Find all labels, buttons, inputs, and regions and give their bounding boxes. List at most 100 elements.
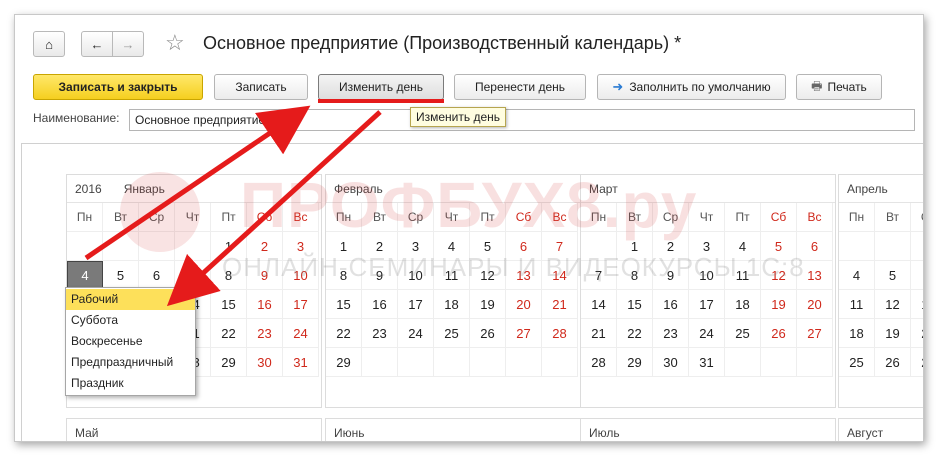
- day-cell[interactable]: 24: [398, 319, 434, 348]
- day-cell[interactable]: 25: [725, 319, 761, 348]
- day-cell[interactable]: 2: [247, 232, 283, 261]
- day-cell[interactable]: 8: [617, 261, 653, 290]
- day-cell[interactable]: 13: [911, 290, 923, 319]
- day-cell[interactable]: 12: [875, 290, 911, 319]
- day-cell[interactable]: 14: [542, 261, 578, 290]
- day-cell[interactable]: 6: [506, 232, 542, 261]
- day-cell[interactable]: 30: [653, 348, 689, 377]
- name-input[interactable]: Основное предприятие: [129, 109, 915, 131]
- day-cell[interactable]: 11: [434, 261, 470, 290]
- save-and-close-button[interactable]: Записать и закрыть: [33, 74, 203, 100]
- day-cell[interactable]: 23: [362, 319, 398, 348]
- day-cell[interactable]: 13: [797, 261, 833, 290]
- day-cell[interactable]: 6: [139, 261, 175, 290]
- day-cell[interactable]: 27: [797, 319, 833, 348]
- day-cell[interactable]: 26: [761, 319, 797, 348]
- day-cell[interactable]: 8: [211, 261, 247, 290]
- day-cell[interactable]: 18: [725, 290, 761, 319]
- day-cell[interactable]: 9: [247, 261, 283, 290]
- day-cell[interactable]: 18: [434, 290, 470, 319]
- day-cell[interactable]: 19: [875, 319, 911, 348]
- day-cell[interactable]: 5: [875, 261, 911, 290]
- home-button[interactable]: ⌂: [33, 31, 65, 57]
- day-cell[interactable]: 5: [761, 232, 797, 261]
- day-type-option[interactable]: Суббота: [66, 310, 195, 331]
- day-type-dropdown[interactable]: Рабочий Суббота Воскресенье Предпраздничный…: [65, 287, 196, 396]
- day-cell[interactable]: 23: [653, 319, 689, 348]
- day-cell[interactable]: 25: [839, 348, 875, 377]
- day-type-option[interactable]: Праздник: [66, 373, 195, 394]
- day-cell[interactable]: 12: [470, 261, 506, 290]
- day-cell[interactable]: 28: [542, 319, 578, 348]
- day-cell[interactable]: 11: [839, 290, 875, 319]
- day-cell[interactable]: 10: [689, 261, 725, 290]
- day-cell[interactable]: 26: [875, 348, 911, 377]
- day-cell[interactable]: 10: [398, 261, 434, 290]
- day-cell[interactable]: 29: [211, 348, 247, 377]
- back-button[interactable]: ←: [81, 31, 113, 57]
- day-cell[interactable]: 12: [761, 261, 797, 290]
- day-cell[interactable]: 17: [689, 290, 725, 319]
- day-cell[interactable]: 16: [653, 290, 689, 319]
- day-cell[interactable]: 28: [581, 348, 617, 377]
- day-cell[interactable]: 7: [542, 232, 578, 261]
- day-cell[interactable]: 29: [617, 348, 653, 377]
- day-cell[interactable]: 10: [283, 261, 319, 290]
- day-cell[interactable]: 3: [398, 232, 434, 261]
- day-cell[interactable]: 14: [581, 290, 617, 319]
- day-cell[interactable]: 26: [470, 319, 506, 348]
- favorite-star-icon[interactable]: ☆: [165, 30, 185, 56]
- day-cell[interactable]: 22: [326, 319, 362, 348]
- day-cell[interactable]: 13: [506, 261, 542, 290]
- day-cell[interactable]: 5: [103, 261, 139, 290]
- day-cell[interactable]: 8: [326, 261, 362, 290]
- day-cell[interactable]: 22: [617, 319, 653, 348]
- fill-default-button[interactable]: ➜ Заполнить по умолчанию: [597, 74, 786, 100]
- day-cell[interactable]: 27: [506, 319, 542, 348]
- day-cell[interactable]: 29: [326, 348, 362, 377]
- day-cell[interactable]: 6: [797, 232, 833, 261]
- day-cell[interactable]: 19: [470, 290, 506, 319]
- day-cell[interactable]: 24: [283, 319, 319, 348]
- day-type-option[interactable]: Предпраздничный: [66, 352, 195, 373]
- day-type-option[interactable]: Рабочий: [66, 289, 195, 310]
- day-cell[interactable]: 9: [653, 261, 689, 290]
- day-cell[interactable]: 19: [761, 290, 797, 319]
- day-cell[interactable]: 15: [326, 290, 362, 319]
- day-cell[interactable]: 7: [581, 261, 617, 290]
- day-cell[interactable]: 4: [67, 261, 103, 290]
- day-cell[interactable]: 30: [247, 348, 283, 377]
- day-cell[interactable]: 21: [542, 290, 578, 319]
- day-cell[interactable]: 4: [725, 232, 761, 261]
- day-cell[interactable]: 25: [434, 319, 470, 348]
- print-button[interactable]: 🖶 Печать: [796, 74, 882, 100]
- day-cell[interactable]: 21: [581, 319, 617, 348]
- day-cell[interactable]: 17: [283, 290, 319, 319]
- change-day-button[interactable]: Изменить день: [318, 74, 444, 100]
- day-cell[interactable]: 1: [211, 232, 247, 261]
- day-cell[interactable]: 3: [689, 232, 725, 261]
- day-cell[interactable]: 7: [175, 261, 211, 290]
- day-cell[interactable]: 6: [911, 261, 923, 290]
- day-cell[interactable]: 1: [617, 232, 653, 261]
- day-cell[interactable]: 16: [247, 290, 283, 319]
- day-cell[interactable]: 31: [283, 348, 319, 377]
- day-cell[interactable]: 4: [434, 232, 470, 261]
- day-cell[interactable]: 9: [362, 261, 398, 290]
- day-cell[interactable]: 20: [797, 290, 833, 319]
- day-cell[interactable]: 15: [617, 290, 653, 319]
- forward-button[interactable]: →: [112, 31, 144, 57]
- save-button[interactable]: Записать: [214, 74, 308, 100]
- day-cell[interactable]: 2: [653, 232, 689, 261]
- day-cell[interactable]: 22: [211, 319, 247, 348]
- day-cell[interactable]: 11: [725, 261, 761, 290]
- day-cell[interactable]: 16: [362, 290, 398, 319]
- day-cell[interactable]: 5: [470, 232, 506, 261]
- day-cell[interactable]: 18: [839, 319, 875, 348]
- day-cell[interactable]: 17: [398, 290, 434, 319]
- day-cell[interactable]: 3: [283, 232, 319, 261]
- day-cell[interactable]: 1: [326, 232, 362, 261]
- day-cell[interactable]: 15: [211, 290, 247, 319]
- day-cell[interactable]: 2: [362, 232, 398, 261]
- day-cell[interactable]: 31: [689, 348, 725, 377]
